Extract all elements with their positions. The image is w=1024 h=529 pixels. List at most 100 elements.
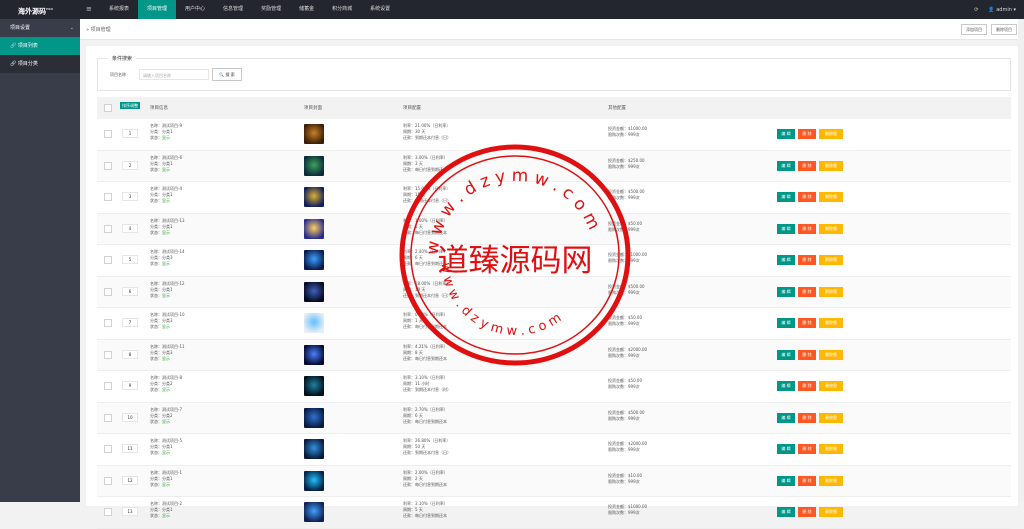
sort-input[interactable]: 6 xyxy=(122,286,138,296)
nav-item[interactable]: 信息管理 xyxy=(214,0,252,19)
project-repay: 还款：到期还本付息（时） xyxy=(403,387,451,392)
delete-button[interactable]: 删 除 xyxy=(798,444,816,454)
edit-button[interactable]: 编 辑 xyxy=(777,192,795,202)
sort-input[interactable]: 4 xyxy=(122,223,138,233)
add-project-button[interactable]: 添加项目 xyxy=(961,24,987,35)
row-checkbox[interactable] xyxy=(104,508,112,516)
delete-button[interactable]: 删 除 xyxy=(798,412,816,423)
row-checkbox[interactable] xyxy=(104,161,112,170)
edit-button[interactable]: 编 辑 xyxy=(777,129,795,139)
edit-button[interactable]: 编 辑 xyxy=(777,318,795,328)
page-scrollbar[interactable] xyxy=(1018,19,1024,502)
delete-project-button[interactable]: 删除项目 xyxy=(991,24,1017,35)
app-logo[interactable]: 海外源码PRO xyxy=(0,0,80,19)
delete-button[interactable]: 删 除 xyxy=(798,318,816,328)
edit-button[interactable]: 编 辑 xyxy=(777,255,795,265)
sidebar-item-project-category[interactable]: 🔗 项目分类 xyxy=(0,55,80,73)
delete-image-button[interactable]: 删除图 xyxy=(819,475,843,486)
delete-button[interactable]: 删 除 xyxy=(798,286,816,297)
search-button[interactable]: 🔍 搜 索 xyxy=(212,68,242,81)
row-checkbox[interactable] xyxy=(104,224,112,233)
delete-button[interactable]: 删 除 xyxy=(798,507,816,517)
sort-adjust-button[interactable]: 排序调整 xyxy=(120,102,140,109)
edit-button[interactable]: 编 辑 xyxy=(777,349,795,360)
row-checkbox[interactable] xyxy=(104,130,112,138)
row-checkbox[interactable] xyxy=(104,350,112,359)
delete-image-button[interactable]: 删除图 xyxy=(819,381,843,391)
delete-button[interactable]: 删 除 xyxy=(798,381,816,391)
edit-button[interactable]: 编 辑 xyxy=(777,475,795,486)
sort-input[interactable]: 10 xyxy=(122,412,138,422)
edit-button[interactable]: 编 辑 xyxy=(777,507,795,517)
delete-image-button[interactable]: 删除图 xyxy=(819,192,843,202)
nav-item[interactable]: 积分商城 xyxy=(323,0,361,19)
delete-image-button[interactable]: 删除图 xyxy=(819,444,843,454)
delete-button[interactable]: 删 除 xyxy=(798,255,816,265)
sort-input[interactable]: 11 xyxy=(122,444,138,453)
delete-image-button[interactable]: 删除图 xyxy=(819,160,843,171)
sort-input[interactable]: 9 xyxy=(122,381,138,390)
nav-item[interactable]: 储蓄金 xyxy=(290,0,323,19)
row-checkbox[interactable] xyxy=(104,287,112,296)
row-checkbox[interactable] xyxy=(104,476,112,485)
sidebar-group-project-settings[interactable]: 项目设置 ⌄ xyxy=(0,19,80,37)
nav-item[interactable]: 奖励管理 xyxy=(252,0,290,19)
nav-item[interactable]: 系统报表 xyxy=(100,0,138,19)
project-table: 排序调整 项目信息 项目封面 项目配置 其他配置 1 名称：测试项目-9 分类：… xyxy=(97,97,1011,529)
nav-item[interactable]: 项目管理 xyxy=(138,0,177,19)
project-status: 状态：显示 xyxy=(150,198,182,204)
row-checkbox[interactable] xyxy=(104,319,112,327)
sort-input[interactable]: 1 xyxy=(122,129,138,138)
project-config: 利率：3.10%（日利率） 周期：11 小时 还款：到期还本付息（时） xyxy=(403,375,451,393)
status-label: 状态： xyxy=(150,135,162,140)
delete-button[interactable]: 删 除 xyxy=(798,349,816,360)
row-checkbox[interactable] xyxy=(104,193,112,201)
row-checkbox[interactable] xyxy=(104,413,112,422)
delete-image-button[interactable]: 删除图 xyxy=(819,412,843,423)
search-input[interactable]: 请输入项目名称 xyxy=(139,69,209,80)
delete-image-button[interactable]: 删除图 xyxy=(819,223,843,234)
sort-input[interactable]: 3 xyxy=(122,192,138,201)
row-checkbox[interactable] xyxy=(104,382,112,390)
delete-button[interactable]: 删 除 xyxy=(798,223,816,234)
delete-image-button[interactable]: 删除图 xyxy=(819,318,843,328)
delete-image-button[interactable]: 删除图 xyxy=(819,286,843,297)
sort-input[interactable]: 7 xyxy=(122,318,138,327)
select-all-checkbox[interactable] xyxy=(104,104,112,112)
sort-input[interactable]: 13 xyxy=(122,507,138,516)
delete-image-button[interactable]: 删除图 xyxy=(819,129,843,139)
sort-input[interactable]: 12 xyxy=(122,475,138,485)
edit-button[interactable]: 编 辑 xyxy=(777,223,795,234)
sort-input[interactable]: 2 xyxy=(122,160,138,170)
edit-button[interactable]: 编 辑 xyxy=(777,444,795,454)
user-menu[interactable]: 👤 admin ▾ xyxy=(988,7,1016,13)
edit-button[interactable]: 编 辑 xyxy=(777,160,795,171)
project-info: 名称：测试项目-11 分类：分类3 状态：显示 xyxy=(150,344,185,362)
sidebar-item-project-list[interactable]: 🔗 项目列表 xyxy=(0,37,80,55)
delete-button[interactable]: 删 除 xyxy=(798,475,816,486)
project-status: 状态：显示 xyxy=(150,230,185,236)
refresh-icon[interactable]: ⟳ xyxy=(974,7,978,13)
status-value: 显示 xyxy=(162,166,170,172)
row-checkbox[interactable] xyxy=(104,445,112,453)
nav-item[interactable]: 系统设置 xyxy=(361,0,399,19)
menu-toggle-icon[interactable]: ≡ xyxy=(86,5,92,13)
row-checkbox[interactable] xyxy=(104,256,112,264)
project-status: 状态：显示 xyxy=(150,293,185,299)
delete-button[interactable]: 删 除 xyxy=(798,129,816,139)
status-value: 显示 xyxy=(162,387,170,392)
project-info: 名称：测试项目-5 分类：分类1 状态：显示 xyxy=(150,438,182,456)
delete-button[interactable]: 删 除 xyxy=(798,192,816,202)
sort-input[interactable]: 5 xyxy=(122,255,138,264)
delete-image-button[interactable]: 删除图 xyxy=(819,255,843,265)
delete-image-button[interactable]: 删除图 xyxy=(819,349,843,360)
edit-button[interactable]: 编 辑 xyxy=(777,412,795,423)
nav-item[interactable]: 用户中心 xyxy=(176,0,214,19)
delete-image-button[interactable]: 删除图 xyxy=(819,507,843,517)
sort-input[interactable]: 8 xyxy=(122,349,138,359)
delete-button[interactable]: 删 除 xyxy=(798,160,816,171)
project-info: 名称：测试项目-12 分类：分类1 状态：显示 xyxy=(150,281,185,299)
edit-button[interactable]: 编 辑 xyxy=(777,286,795,297)
row-actions: 编 辑 删 除 删除图 xyxy=(777,318,843,328)
edit-button[interactable]: 编 辑 xyxy=(777,381,795,391)
